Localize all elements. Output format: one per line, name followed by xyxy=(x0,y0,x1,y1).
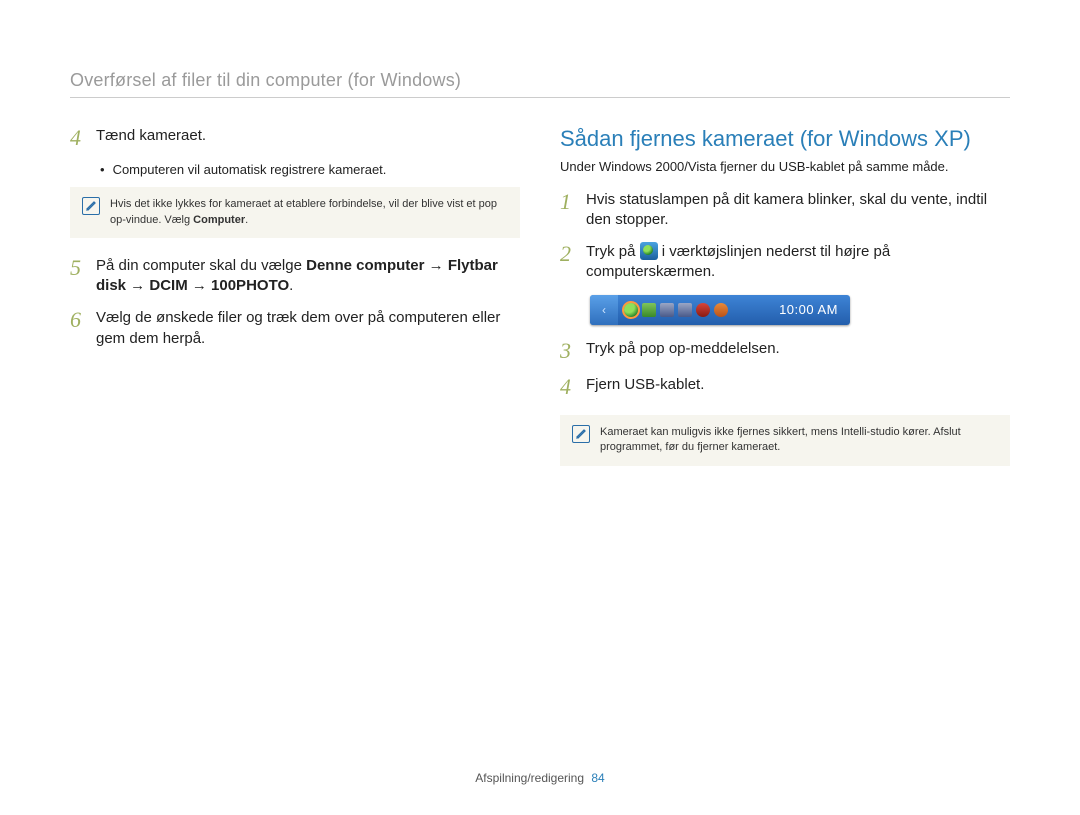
tray-icon xyxy=(696,303,710,317)
step-5-left: 5 På din computer skal du vælge Denne co… xyxy=(70,256,520,297)
step-4-left: 4 Tænd kameraet. xyxy=(70,126,520,150)
step-number: 5 xyxy=(70,256,96,297)
step-number: 1 xyxy=(560,190,586,231)
note-text: Hvis det ikke lykkes for kameraet at eta… xyxy=(110,197,508,228)
step-text: På din computer skal du vælge Denne comp… xyxy=(96,256,520,297)
t: 100PHOTO xyxy=(211,277,289,294)
tray-icon xyxy=(642,303,656,317)
tray-icon xyxy=(714,303,728,317)
tray-safely-remove-icon xyxy=(624,303,638,317)
step-4-right: 4 Fjern USB-kablet. xyxy=(560,375,1010,399)
step-number: 4 xyxy=(70,126,96,150)
note-text-bold: Computer xyxy=(193,214,245,226)
note-icon xyxy=(572,425,590,443)
step-text: Tænd kameraet. xyxy=(96,126,520,150)
system-tray-image: ‹ 10:00 AM xyxy=(590,295,850,325)
t: Tryk på xyxy=(586,243,640,260)
step-number: 2 xyxy=(560,242,586,283)
section-subtext: Under Windows 2000/Vista fjerner du USB-… xyxy=(560,158,1010,176)
t: . xyxy=(289,277,293,294)
tray-icon xyxy=(660,303,674,317)
bullet-item: Computeren vil automatisk registrere kam… xyxy=(100,162,520,177)
step-text: Tryk på pop op-meddelelsen. xyxy=(586,339,1010,363)
note-text-post: . xyxy=(245,214,248,226)
step-3-right: 3 Tryk på pop op-meddelelsen. xyxy=(560,339,1010,363)
footer-page-number: 84 xyxy=(591,771,604,785)
step-text: Tryk på i værktøjslinjen nederst til høj… xyxy=(586,242,1010,283)
step-2-right: 2 Tryk på i værktøjslinjen nederst til h… xyxy=(560,242,1010,283)
tray-icons xyxy=(618,303,734,317)
arrow: → xyxy=(188,277,211,294)
right-column: Sådan fjernes kameraet (for Windows XP) … xyxy=(560,126,1010,484)
t: Denne computer xyxy=(306,257,424,274)
step-text: Vælg de ønskede filer og træk dem over p… xyxy=(96,308,520,349)
tray-icon xyxy=(678,303,692,317)
page: Overførsel af filer til din computer (fo… xyxy=(0,0,1080,815)
left-column: 4 Tænd kameraet. Computeren vil automati… xyxy=(70,126,520,484)
bullet-text: Computeren vil automatisk registrere kam… xyxy=(113,162,387,177)
step-number: 6 xyxy=(70,308,96,349)
t: På din computer skal du vælge xyxy=(96,257,306,274)
safely-remove-icon xyxy=(640,242,658,260)
note-text-pre: Hvis det ikke lykkes for kameraet at eta… xyxy=(110,198,497,225)
step-text: Hvis statuslampen på dit kamera blinker,… xyxy=(586,190,1010,231)
columns: 4 Tænd kameraet. Computeren vil automati… xyxy=(70,126,1010,484)
step-text: Fjern USB-kablet. xyxy=(586,375,1010,399)
footer-section: Afspilning/redigering xyxy=(475,771,584,785)
note-icon xyxy=(82,197,100,215)
tray-expand-icon: ‹ xyxy=(590,295,618,325)
page-header-title: Overførsel af filer til din computer (fo… xyxy=(70,70,1010,91)
arrow: → xyxy=(424,257,447,274)
section-heading: Sådan fjernes kameraet (for Windows XP) xyxy=(560,126,1010,152)
step-6-left: 6 Vælg de ønskede filer og træk dem over… xyxy=(70,308,520,349)
step-number: 4 xyxy=(560,375,586,399)
step-number: 3 xyxy=(560,339,586,363)
note-text: Kameraet kan muligvis ikke fjernes sikke… xyxy=(600,425,998,456)
step-1-right: 1 Hvis statuslampen på dit kamera blinke… xyxy=(560,190,1010,231)
header-rule xyxy=(70,97,1010,98)
page-footer: Afspilning/redigering 84 xyxy=(0,771,1080,785)
note-box-1: Hvis det ikke lykkes for kameraet at eta… xyxy=(70,187,520,238)
tray-clock: 10:00 AM xyxy=(767,302,850,317)
note-box-2: Kameraet kan muligvis ikke fjernes sikke… xyxy=(560,415,1010,466)
t: DCIM xyxy=(149,277,187,294)
arrow: → xyxy=(126,277,149,294)
